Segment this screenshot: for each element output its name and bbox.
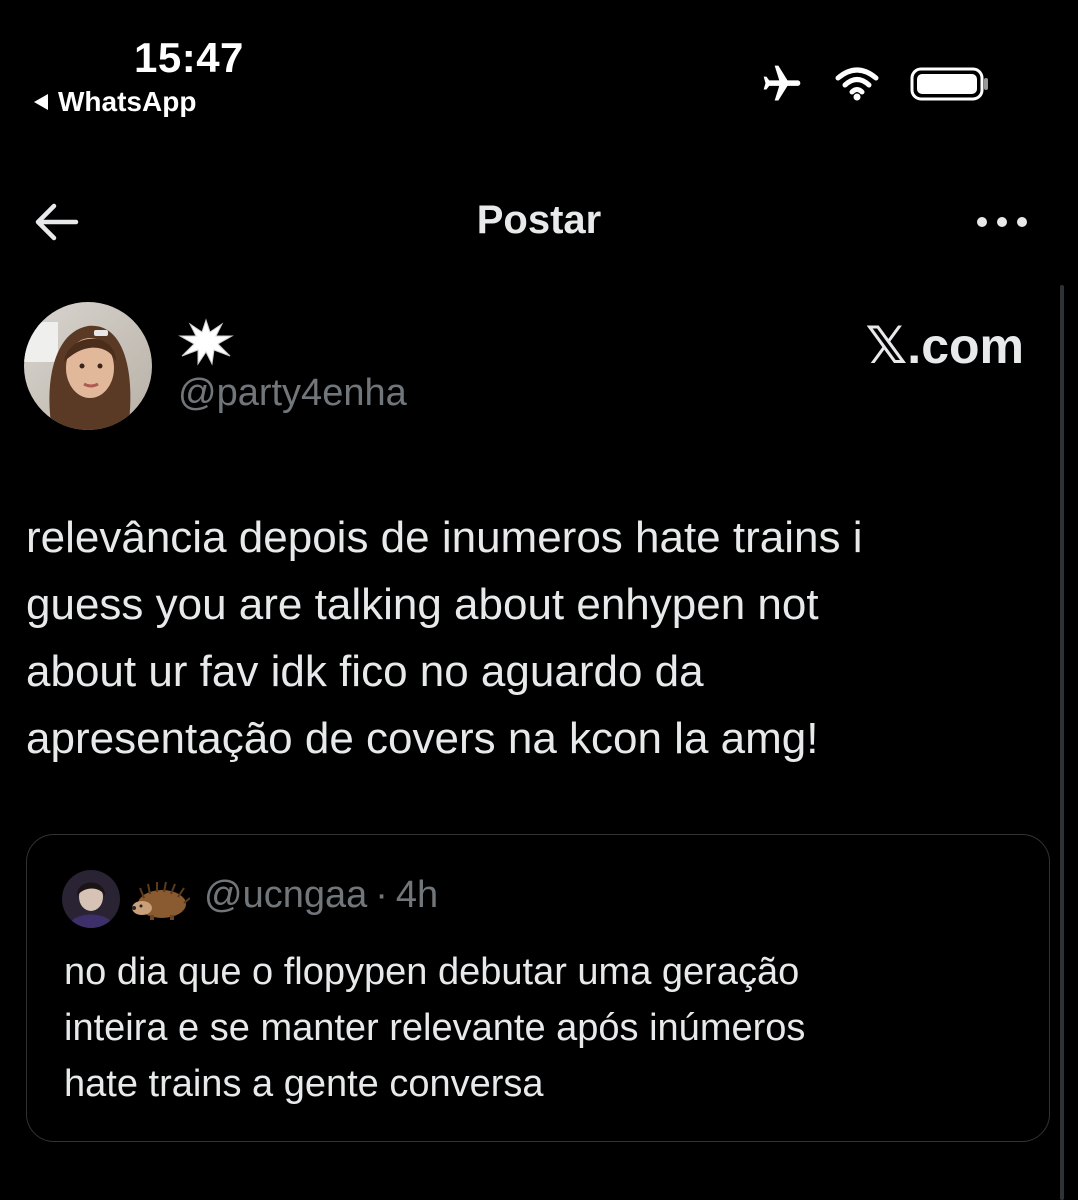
page-title: Postar (476, 198, 602, 242)
quoted-text-line: inteira e se manter relevante após inúme… (64, 1007, 806, 1049)
post-text-line: guess you are talking about enhypen not (26, 580, 819, 629)
quoted-author-handle[interactable]: @ucngaa (204, 874, 367, 917)
quoted-post-time: 4h (395, 874, 439, 916)
author-handle[interactable]: @party4enha (178, 372, 407, 415)
post-text-line: relevância depois de inumeros hate train… (26, 513, 863, 562)
source-domain: .com (907, 318, 1024, 374)
author-avatar[interactable] (24, 302, 152, 430)
quoted-author-avatar[interactable] (62, 870, 120, 928)
source-label: 𝕏 .com (865, 316, 1024, 376)
post-text-line: about ur fav idk fico no aguardo da (26, 647, 704, 696)
more-options-button[interactable] (974, 210, 1030, 234)
battery-icon (910, 67, 988, 101)
quoted-post-text: no dia que o flopypen debutar uma geraçã… (64, 944, 1024, 1112)
airplane-icon (763, 65, 801, 101)
back-triangle-icon (34, 94, 48, 110)
status-icons (760, 62, 990, 106)
back-app-label: WhatsApp (58, 86, 197, 117)
meta-separator: · (375, 874, 388, 916)
quoted-post-meta: @ucngaa · 4h (204, 874, 438, 917)
scrollbar[interactable] (1060, 285, 1064, 1200)
post-text: relevância depois de inumeros hate train… (26, 504, 1026, 772)
status-time: 15:47 (134, 34, 244, 81)
x-logo-icon: 𝕏 (865, 317, 908, 375)
post-text-line: apresentação de covers na kcon la amg! (26, 714, 819, 763)
quoted-text-line: no dia que o flopypen debutar uma geraçã… (64, 951, 800, 993)
hedgehog-emoji-icon (132, 881, 190, 920)
burst-emoji-icon (178, 318, 234, 366)
quoted-text-line: hate trains a gente conversa (64, 1063, 544, 1105)
more-dots-icon (977, 217, 1027, 227)
back-to-app-link[interactable]: WhatsApp (34, 86, 196, 118)
wifi-icon (835, 67, 879, 101)
